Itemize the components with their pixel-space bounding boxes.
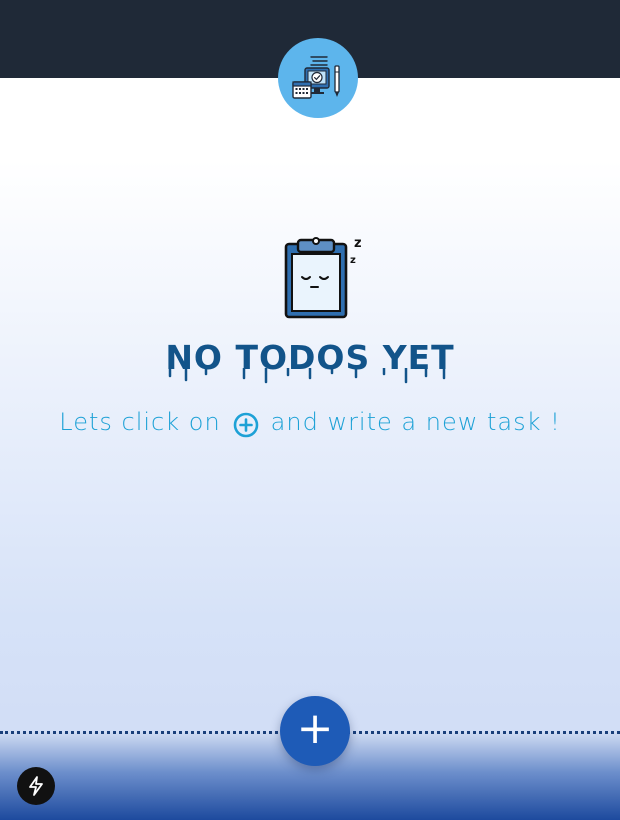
svg-text:z: z (350, 255, 356, 266)
add-task-button[interactable]: + (280, 696, 350, 766)
title-drip-decoration (168, 368, 446, 384)
todo-app-page: z z NO TODOS YET Lets click on and write… (0, 0, 620, 820)
app-logo (278, 38, 358, 118)
task-board-icon (292, 56, 340, 99)
lightning-button[interactable] (17, 767, 55, 805)
hint-text-before: Lets click on (59, 408, 221, 436)
svg-text:z: z (354, 236, 362, 251)
empty-state-hint: Lets click on and write a new task ! (0, 408, 620, 438)
plus-icon: + (296, 703, 334, 754)
plus-circle-icon (233, 412, 258, 438)
sleeping-clipboard-icon: z z (284, 236, 362, 319)
lightning-bolt-icon (29, 776, 43, 796)
hint-text-after: and write a new task ! (270, 408, 561, 436)
